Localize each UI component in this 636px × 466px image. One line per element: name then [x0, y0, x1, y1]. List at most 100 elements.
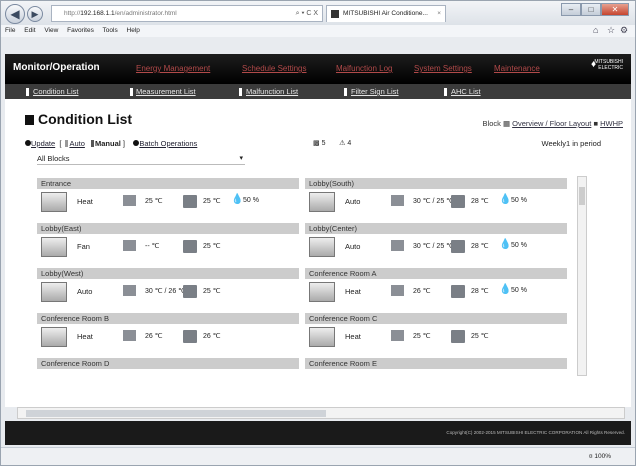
humidity-drop-icon: 💧 — [499, 284, 512, 295]
room-temp-icon — [451, 285, 465, 298]
room-card[interactable]: Entrance Heat 25 ℃ 25 ℃ 💧 50 % — [37, 178, 299, 222]
address-bar[interactable]: http://192.168.1.1/en/administrator.html… — [51, 5, 323, 22]
menu-favorites[interactable]: Favorites — [67, 27, 94, 34]
back-button[interactable]: ◀ — [5, 4, 25, 24]
ac-unit-icon[interactable] — [41, 237, 67, 257]
close-window-button[interactable]: ✕ — [601, 3, 629, 16]
menu-view[interactable]: View — [44, 27, 58, 34]
set-temperature: 25 ℃ — [145, 198, 163, 205]
menu-schedule-settings[interactable]: Schedule Settings — [242, 64, 307, 73]
room-card[interactable]: Conference Room A Heat 26 ℃ 28 ℃ 💧 50 % — [305, 268, 567, 312]
overview-floor-layout-link[interactable]: Overview / Floor Layout — [512, 119, 591, 128]
status-counts: ▩ 5 ⚠ 4 — [313, 140, 352, 147]
subnav-filter-sign-list[interactable]: Filter Sign List — [351, 87, 399, 96]
browser-window: ◀ ▶ http://192.168.1.1/en/administrator.… — [0, 0, 636, 466]
room-temp-icon — [183, 285, 197, 298]
operation-mode: Fan — [77, 242, 90, 251]
menu-help[interactable]: Help — [127, 27, 140, 34]
room-card[interactable]: Lobby(East) Fan -- ℃ 25 ℃ — [37, 223, 299, 267]
brand-logo: ♦ MITSUBISHI ELECTRIC — [591, 59, 623, 71]
ac-unit-icon[interactable] — [41, 192, 67, 212]
update-link[interactable]: Update — [31, 139, 55, 148]
room-card[interactable]: Conference Room B Heat 26 ℃ 26 ℃ — [37, 313, 299, 357]
manual-mode[interactable]: Manual — [95, 139, 121, 148]
ac-unit-icon[interactable] — [309, 192, 335, 212]
browser-tab[interactable]: MITSUBISHI Air Conditione... × — [326, 5, 446, 22]
room-temperature: 25 ℃ — [203, 288, 221, 295]
room-card[interactable]: Conference Room D — [37, 358, 299, 374]
condition-grid: Entrance Heat 25 ℃ 25 ℃ 💧 50 % Lobby(South) Aut… — [37, 178, 585, 374]
forward-button[interactable]: ▶ — [27, 6, 43, 22]
title-marker-icon — [25, 115, 34, 125]
subnav-condition-list[interactable]: Condition List — [33, 87, 78, 96]
bar-marker — [130, 88, 133, 96]
search-refresh-icons[interactable]: ⌕ ▾ C X — [296, 6, 318, 21]
ac-unit-icon[interactable] — [309, 327, 335, 347]
sub-navigation: Condition List Measurement List Malfunct… — [5, 84, 631, 99]
vertical-scrollbar[interactable] — [577, 176, 587, 376]
maximize-button[interactable]: □ — [581, 3, 601, 16]
humidity-drop-icon: 💧 — [231, 194, 244, 205]
menu-edit[interactable]: Edit — [24, 27, 35, 34]
menu-file[interactable]: File — [5, 27, 15, 34]
set-temp-icon — [391, 195, 404, 206]
app-title: Monitor/Operation — [13, 62, 100, 73]
bar-marker — [26, 88, 29, 96]
schedule-period: Weekly1 in period — [541, 139, 601, 148]
room-card[interactable]: Lobby(Center) Auto 30 ℃ / 25 ℃ 28 ℃ 💧 50 % — [305, 223, 567, 267]
humidity-drop-icon: 💧 — [499, 194, 512, 205]
ac-unit-icon[interactable] — [41, 282, 67, 302]
minimize-button[interactable]: – — [561, 3, 581, 16]
menu-tools[interactable]: Tools — [103, 27, 118, 34]
room-name: Conference Room D — [37, 358, 299, 369]
menu-maintenance[interactable]: Maintenance — [494, 64, 540, 73]
room-card[interactable]: Conference Room C Heat 25 ℃ 25 ℃ — [305, 313, 567, 357]
block-view-links: Block ▦ Overview / Floor Layout ■ HWHP — [482, 119, 623, 128]
room-temperature: 25 ℃ — [203, 243, 221, 250]
tab-title: MITSUBISHI Air Conditione... — [343, 10, 428, 17]
ac-unit-icon[interactable] — [309, 237, 335, 257]
app-header: Monitor/Operation Energy Management Sche… — [5, 54, 631, 84]
auto-link[interactable]: Auto — [69, 139, 84, 148]
set-temperature: 26 ℃ — [413, 288, 431, 295]
horizontal-scrollbar[interactable] — [17, 407, 625, 419]
set-temp-icon — [123, 285, 136, 296]
subnav-measurement-list[interactable]: Measurement List — [136, 87, 196, 96]
menu-system-settings[interactable]: System Settings — [414, 64, 472, 73]
favicon-icon — [331, 10, 339, 18]
operation-mode: Heat — [345, 287, 361, 296]
room-temperature: 25 ℃ — [471, 333, 489, 340]
tab-close-icon[interactable]: × — [437, 6, 441, 21]
menu-malfunction-log[interactable]: Malfunction Log — [336, 64, 392, 73]
room-name: Lobby(East) — [37, 223, 299, 234]
subnav-malfunction-list[interactable]: Malfunction List — [246, 87, 298, 96]
chevron-down-icon: ▾ — [239, 155, 243, 162]
home-icon[interactable]: ⌂ — [593, 25, 598, 35]
operation-mode: Heat — [77, 332, 93, 341]
room-temp-icon — [183, 240, 197, 253]
block-select[interactable]: All Blocks ▾ — [37, 153, 245, 165]
settings-gear-icon[interactable]: ⚙ — [620, 25, 628, 36]
operation-mode: Auto — [345, 242, 361, 251]
room-name: Conference Room B — [37, 313, 299, 324]
set-temperature: 30 ℃ / 26 ℃ — [145, 288, 187, 295]
ac-unit-icon[interactable] — [41, 327, 67, 347]
ac-unit-icon[interactable] — [309, 282, 335, 302]
room-name: Lobby(South) — [305, 178, 567, 189]
zoom-level[interactable]: ¤ 100% — [589, 453, 611, 460]
set-temp-icon — [391, 330, 404, 341]
room-name: Entrance — [37, 178, 299, 189]
room-card[interactable]: Lobby(South) Auto 30 ℃ / 25 ℃ 28 ℃ 💧 50 % — [305, 178, 567, 222]
control-row: Update [Auto Manual ] Batch Operations — [25, 139, 197, 148]
room-card[interactable]: Lobby(West) Auto 30 ℃ / 26 ℃ 25 ℃ — [37, 268, 299, 312]
subnav-ahc-list[interactable]: AHC List — [451, 87, 481, 96]
batch-operations-link[interactable]: Batch Operations — [139, 139, 197, 148]
room-card[interactable]: Conference Room E — [305, 358, 567, 374]
copyright-text: Copyright(C) 2002-2015 MITSUBISHI ELECTR… — [446, 430, 625, 435]
humidity-drop-icon: 💧 — [499, 239, 512, 250]
favorites-star-icon[interactable]: ☆ — [607, 25, 615, 36]
room-temp-icon — [451, 195, 465, 208]
hwhp-link[interactable]: HWHP — [600, 119, 623, 128]
menu-energy-management[interactable]: Energy Management — [136, 64, 210, 73]
humidity: 50 % — [243, 197, 259, 204]
